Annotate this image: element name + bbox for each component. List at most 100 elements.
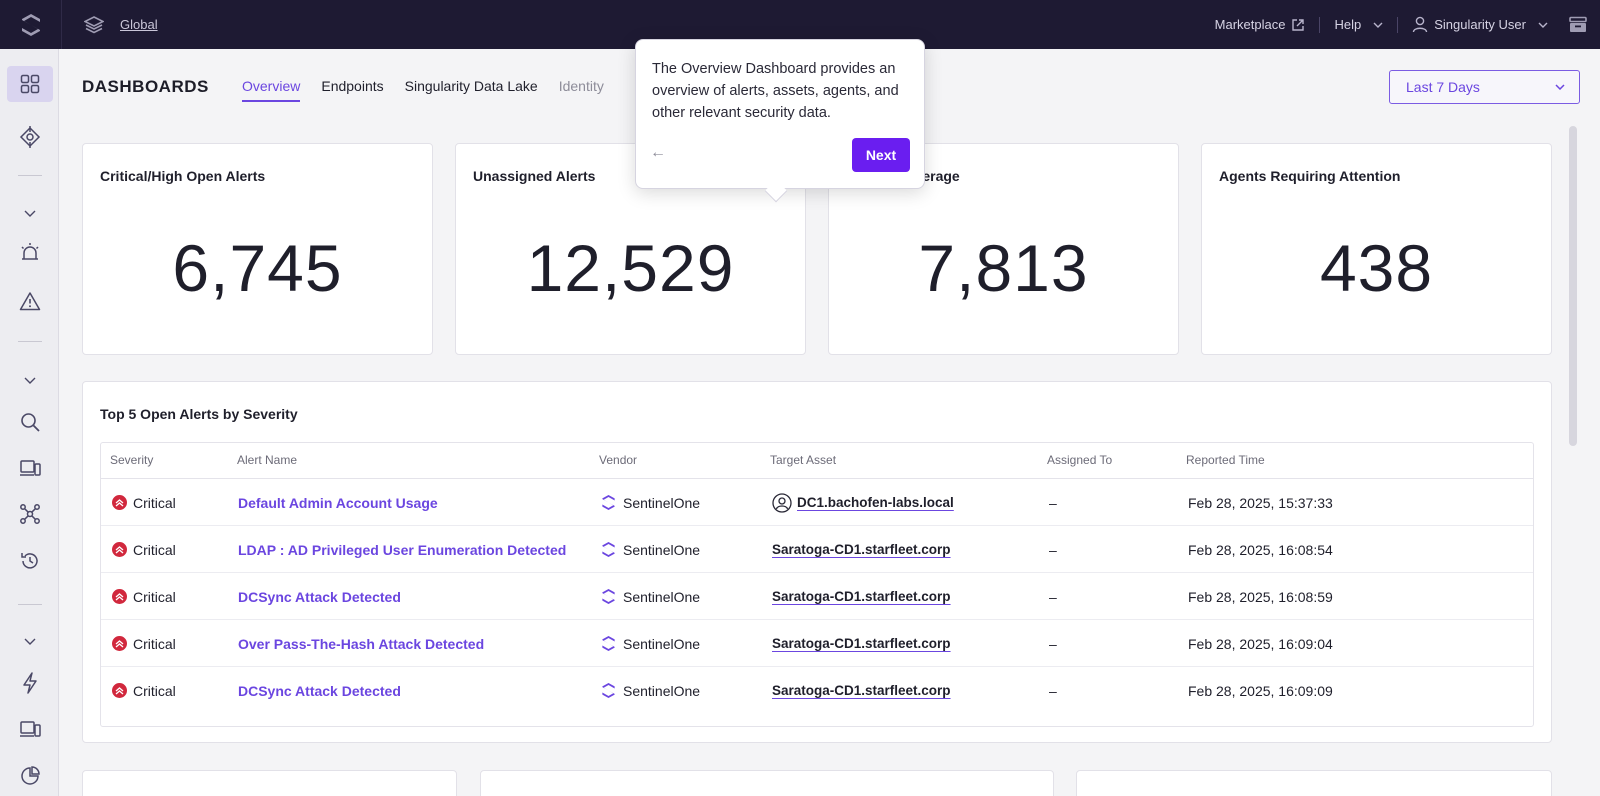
column-header[interactable]: Assigned To bbox=[1047, 443, 1112, 478]
alert-name-link[interactable]: DCSync Attack Detected bbox=[238, 683, 401, 699]
warning-icon[interactable] bbox=[7, 283, 53, 319]
target-asset-link[interactable]: DC1.bachofen-labs.local bbox=[797, 495, 954, 510]
sidebar-divider bbox=[18, 604, 42, 605]
severity-label: Critical bbox=[133, 588, 176, 605]
user-menu[interactable]: Singularity User bbox=[1412, 16, 1548, 33]
logo-icon bbox=[21, 13, 40, 36]
sentinelone-icon bbox=[602, 542, 615, 557]
time-range-value: Last 7 Days bbox=[1406, 79, 1480, 95]
marketplace-link[interactable]: Marketplace bbox=[1215, 17, 1306, 32]
assigned-to-cell: – bbox=[1049, 541, 1057, 558]
dashboard-icon[interactable] bbox=[7, 66, 53, 102]
tab-singularity-data-lake[interactable]: Singularity Data Lake bbox=[405, 78, 538, 102]
alerts-table: Severity Alert Name Vendor Target Asset … bbox=[100, 442, 1534, 727]
assigned-to-cell: – bbox=[1049, 588, 1057, 605]
vendor-label: SentinelOne bbox=[623, 635, 701, 652]
devices-icon[interactable] bbox=[7, 711, 53, 747]
chevron-down-icon bbox=[1373, 22, 1383, 28]
target-asset-link[interactable]: Saratoga-CD1.starfleet.corp bbox=[772, 542, 951, 557]
user-name: Singularity User bbox=[1434, 17, 1526, 32]
chevron-down-icon bbox=[1538, 22, 1548, 28]
critical-severity-icon bbox=[112, 495, 127, 510]
alert-name-cell: LDAP : AD Privileged User Enumeration De… bbox=[238, 526, 566, 573]
sentinelone-icon bbox=[602, 636, 615, 651]
search-icon[interactable] bbox=[7, 404, 53, 440]
card-value: 7,813 bbox=[918, 231, 1089, 305]
tab-overview[interactable]: Overview bbox=[242, 78, 301, 102]
alert-name-cell: DCSync Attack Detected bbox=[238, 573, 401, 620]
severity-cell: Critical bbox=[112, 620, 176, 667]
user-icon bbox=[1413, 16, 1428, 33]
vendor-cell: SentinelOne bbox=[601, 667, 700, 714]
network-icon[interactable] bbox=[7, 496, 53, 532]
alert-name-link[interactable]: Over Pass-The-Hash Attack Detected bbox=[238, 636, 484, 652]
severity-label: Critical bbox=[133, 541, 176, 558]
severity-label: Critical bbox=[133, 635, 176, 652]
help-label: Help bbox=[1334, 17, 1362, 32]
chevron-down-icon[interactable] bbox=[7, 195, 53, 231]
column-header[interactable]: Severity bbox=[110, 443, 153, 478]
target-asset-cell: Saratoga-CD1.starfleet.corp bbox=[772, 620, 951, 667]
assigned-to-cell: – bbox=[1049, 682, 1057, 699]
page-title: DASHBOARDS bbox=[82, 77, 209, 96]
scrollbar[interactable] bbox=[1569, 126, 1577, 446]
vendor-label: SentinelOne bbox=[623, 541, 701, 558]
column-header[interactable]: Alert Name bbox=[237, 443, 297, 478]
target-asset-link[interactable]: Saratoga-CD1.starfleet.corp bbox=[772, 683, 951, 698]
table-row[interactable]: Critical DCSync Attack Detected Sentinel… bbox=[101, 573, 1533, 620]
bottom-card bbox=[82, 770, 457, 796]
lightning-icon[interactable] bbox=[7, 665, 53, 701]
sidebar-divider bbox=[18, 341, 42, 342]
vendor-cell: SentinelOne bbox=[601, 573, 700, 620]
tab-identity[interactable]: Identity bbox=[559, 78, 604, 102]
column-header[interactable]: Reported Time bbox=[1186, 443, 1265, 478]
tab-endpoints[interactable]: Endpoints bbox=[321, 78, 383, 102]
sentinelone-icon bbox=[602, 495, 615, 510]
table-row[interactable]: Critical DCSync Attack Detected Sentinel… bbox=[101, 667, 1533, 714]
critical-severity-icon bbox=[112, 589, 127, 604]
history-icon[interactable] bbox=[7, 543, 53, 579]
alert-name-link[interactable]: DCSync Attack Detected bbox=[238, 589, 401, 605]
target-asset-link[interactable]: Saratoga-CD1.starfleet.corp bbox=[772, 589, 951, 604]
reported-time-cell: Feb 28, 2025, 16:08:54 bbox=[1188, 541, 1333, 558]
layers-icon[interactable] bbox=[84, 15, 104, 34]
table-row[interactable]: Critical LDAP : AD Privileged User Enume… bbox=[101, 526, 1533, 573]
severity-cell: Critical bbox=[112, 526, 176, 573]
vendor-cell: SentinelOne bbox=[601, 526, 700, 573]
assigned-to-cell: – bbox=[1049, 494, 1057, 511]
column-header[interactable]: Vendor bbox=[599, 443, 637, 478]
table-row[interactable]: Critical Over Pass-The-Hash Attack Detec… bbox=[101, 620, 1533, 667]
next-button[interactable]: Next bbox=[852, 138, 910, 172]
chevron-down-icon[interactable] bbox=[7, 623, 53, 659]
scope-selector[interactable]: Global bbox=[120, 17, 158, 32]
onboarding-tooltip: The Overview Dashboard provides an overv… bbox=[635, 39, 925, 203]
singularity-logo[interactable] bbox=[0, 0, 62, 49]
reported-time-cell: Feb 28, 2025, 16:08:59 bbox=[1188, 588, 1333, 605]
pie-chart-icon[interactable] bbox=[7, 758, 53, 794]
sentinelone-icon bbox=[602, 683, 615, 698]
table-row[interactable]: Critical Default Admin Account Usage Sen… bbox=[101, 479, 1533, 526]
user-circle-icon bbox=[772, 492, 792, 513]
archive-icon[interactable] bbox=[1556, 0, 1600, 49]
alert-name-link[interactable]: Default Admin Account Usage bbox=[238, 495, 438, 511]
divider bbox=[1319, 16, 1321, 33]
devices-icon[interactable] bbox=[7, 450, 53, 486]
stat-card-critical-high[interactable]: Critical/High Open Alerts 6,745 bbox=[82, 143, 433, 355]
external-link-icon bbox=[1292, 18, 1305, 31]
critical-severity-icon bbox=[112, 542, 127, 557]
severity-label: Critical bbox=[133, 682, 176, 699]
stat-card-agents-attention[interactable]: Agents Requiring Attention 438 bbox=[1201, 143, 1552, 355]
time-range-select[interactable]: Last 7 Days bbox=[1389, 70, 1580, 104]
alert-name-link[interactable]: LDAP : AD Privileged User Enumeration De… bbox=[238, 542, 566, 558]
chevron-down-icon[interactable] bbox=[7, 362, 53, 398]
target-icon[interactable] bbox=[7, 119, 53, 155]
alert-name-cell: Default Admin Account Usage bbox=[238, 479, 438, 526]
help-menu[interactable]: Help bbox=[1334, 17, 1383, 32]
target-asset-cell: Saratoga-CD1.starfleet.corp bbox=[772, 667, 951, 714]
reported-time-cell: Feb 28, 2025, 16:09:09 bbox=[1188, 682, 1333, 699]
column-header[interactable]: Target Asset bbox=[770, 443, 836, 478]
back-arrow-icon[interactable]: ← bbox=[650, 144, 666, 162]
marketplace-label: Marketplace bbox=[1214, 17, 1286, 32]
target-asset-link[interactable]: Saratoga-CD1.starfleet.corp bbox=[772, 636, 951, 651]
alarm-icon[interactable] bbox=[7, 234, 53, 270]
